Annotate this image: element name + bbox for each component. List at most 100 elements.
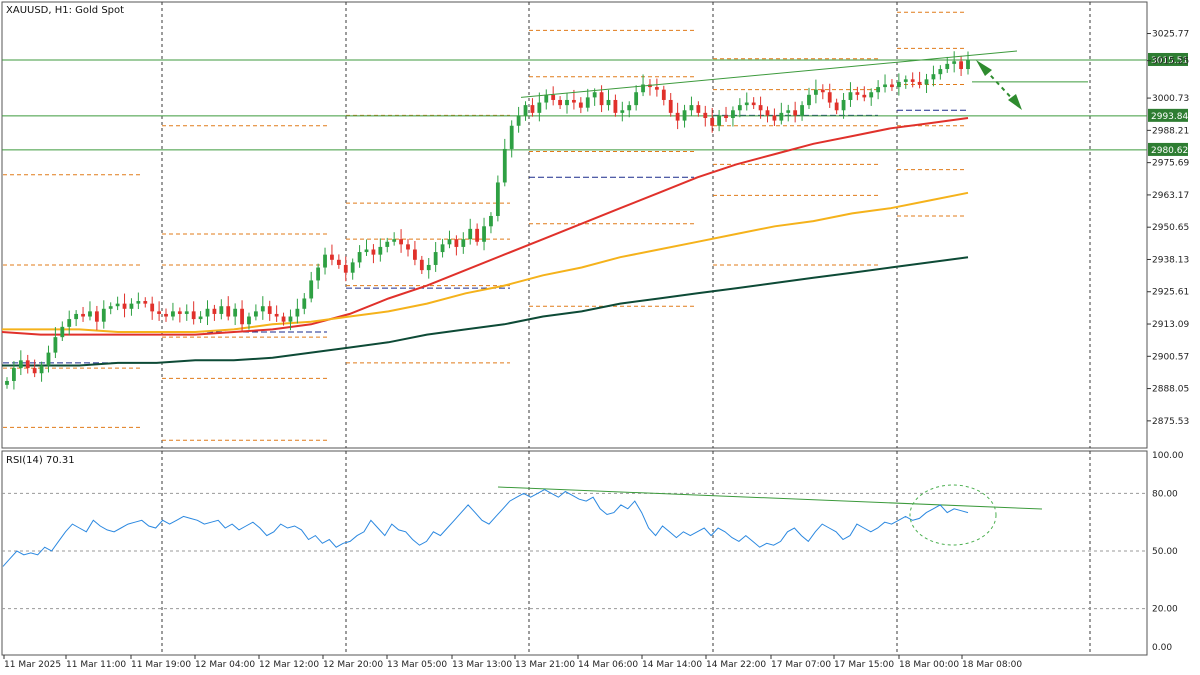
candle-body bbox=[426, 264, 431, 271]
candle-body bbox=[122, 303, 127, 309]
candle-body bbox=[744, 102, 749, 106]
candle-body bbox=[143, 301, 148, 304]
candle-body bbox=[18, 360, 23, 369]
candle-body bbox=[357, 252, 362, 263]
candle-body bbox=[461, 239, 466, 247]
time-tick-label: 18 Mar 08:00 bbox=[962, 660, 1022, 670]
time-tick-label: 13 Mar 05:00 bbox=[387, 660, 447, 670]
candle-body bbox=[654, 87, 659, 90]
candle-body bbox=[827, 92, 832, 103]
candle-body bbox=[489, 215, 493, 227]
time-tick-label: 18 Mar 00:00 bbox=[899, 660, 959, 670]
candle-body bbox=[392, 239, 397, 242]
candle-body bbox=[883, 84, 887, 88]
candle-body bbox=[765, 110, 770, 116]
candle-body bbox=[710, 118, 715, 126]
candle-body bbox=[661, 89, 666, 100]
price-tick-label: 2913.09 bbox=[1152, 320, 1189, 330]
candle-body bbox=[323, 254, 327, 268]
candle-body bbox=[675, 112, 680, 121]
candle-body bbox=[371, 249, 376, 255]
time-tick-label: 11 Mar 2025 bbox=[4, 660, 61, 670]
time-tick-label: 14 Mar 06:00 bbox=[578, 660, 638, 670]
candle-body bbox=[191, 311, 196, 320]
price-tick-label: 2938.13 bbox=[1152, 255, 1189, 265]
candle-body bbox=[578, 102, 583, 108]
time-tick-label: 11 Mar 19:00 bbox=[131, 660, 191, 670]
time-tick-label: 12 Mar 20:00 bbox=[323, 660, 383, 670]
rsi-tick-label: 20.00 bbox=[1152, 605, 1178, 615]
candle-body bbox=[274, 313, 279, 317]
candle-body bbox=[606, 99, 611, 106]
candle-body bbox=[81, 313, 85, 317]
candle-body bbox=[447, 239, 452, 245]
candle-body bbox=[205, 308, 210, 317]
price-tick-label: 2963.17 bbox=[1152, 191, 1189, 201]
candle-body bbox=[419, 259, 424, 271]
price-tick-label: 2875.53 bbox=[1152, 417, 1189, 427]
candle-body bbox=[260, 306, 265, 312]
candle-body bbox=[717, 115, 722, 126]
candle-body bbox=[5, 380, 9, 385]
time-tick-label: 17 Mar 07:00 bbox=[771, 660, 831, 670]
candle-body bbox=[502, 148, 507, 183]
candle-body bbox=[696, 105, 701, 113]
candle-body bbox=[931, 74, 936, 80]
price-tick-label: 3025.77 bbox=[1152, 30, 1189, 40]
candle-body bbox=[468, 228, 473, 240]
candle-body bbox=[703, 112, 708, 119]
candle-body bbox=[295, 308, 300, 317]
candle-body bbox=[682, 110, 687, 121]
candle-body bbox=[233, 308, 238, 317]
candle-body bbox=[751, 102, 756, 106]
candle-body bbox=[32, 368, 37, 374]
rsi-tick-label: 80.00 bbox=[1152, 489, 1178, 499]
candle-body bbox=[399, 239, 403, 245]
rsi-tick-label: 50.00 bbox=[1152, 547, 1178, 557]
candle-body bbox=[551, 94, 556, 100]
candle-body bbox=[772, 115, 777, 121]
candle-body bbox=[813, 89, 818, 95]
candle-body bbox=[171, 311, 175, 317]
candle-body bbox=[288, 316, 293, 322]
price-badge-label: 2993.84 bbox=[1151, 112, 1188, 122]
candle-body bbox=[634, 92, 639, 106]
candle-body bbox=[903, 79, 908, 82]
candle-body bbox=[544, 94, 549, 103]
candle-body bbox=[793, 110, 798, 116]
candle-body bbox=[267, 306, 272, 314]
candle-body bbox=[330, 254, 334, 260]
candle-body bbox=[758, 105, 763, 111]
price-tick-label: 2900.57 bbox=[1152, 352, 1189, 362]
candle-body bbox=[724, 115, 728, 119]
chart-title: XAUUSD, H1: Gold Spot bbox=[6, 5, 124, 16]
price-tick-label: 2950.65 bbox=[1152, 223, 1189, 233]
candle-body bbox=[820, 89, 825, 93]
candle-body bbox=[924, 79, 929, 85]
candle-body bbox=[558, 99, 562, 106]
time-tick-label: 14 Mar 14:00 bbox=[642, 660, 702, 670]
candle-body bbox=[668, 99, 673, 113]
candle-body bbox=[316, 267, 321, 281]
price-tick-label: 2975.69 bbox=[1152, 159, 1189, 169]
candle-body bbox=[198, 316, 203, 320]
candle-body bbox=[39, 365, 44, 374]
price-tick-label: 3015.25 bbox=[1152, 57, 1189, 67]
trading-chart[interactable]: 3015.512993.842980.62 3025.773015.253000… bbox=[0, 0, 1200, 675]
candle-body bbox=[779, 112, 784, 121]
candle-body bbox=[115, 303, 120, 307]
candle-body bbox=[164, 313, 168, 317]
candle-body bbox=[786, 110, 791, 113]
rsi-tick-label: 100.00 bbox=[1152, 451, 1184, 461]
candle-body bbox=[46, 352, 51, 366]
candle-body bbox=[212, 308, 217, 314]
candle-body bbox=[177, 311, 182, 314]
price-tick-label: 2988.21 bbox=[1152, 126, 1189, 136]
candle-body bbox=[848, 92, 853, 100]
candle-body bbox=[247, 316, 251, 325]
price-tick-label: 2925.61 bbox=[1152, 288, 1189, 298]
candle-body bbox=[454, 239, 459, 247]
candle-body bbox=[88, 311, 92, 317]
candle-body bbox=[240, 308, 244, 325]
candle-body bbox=[136, 301, 141, 304]
